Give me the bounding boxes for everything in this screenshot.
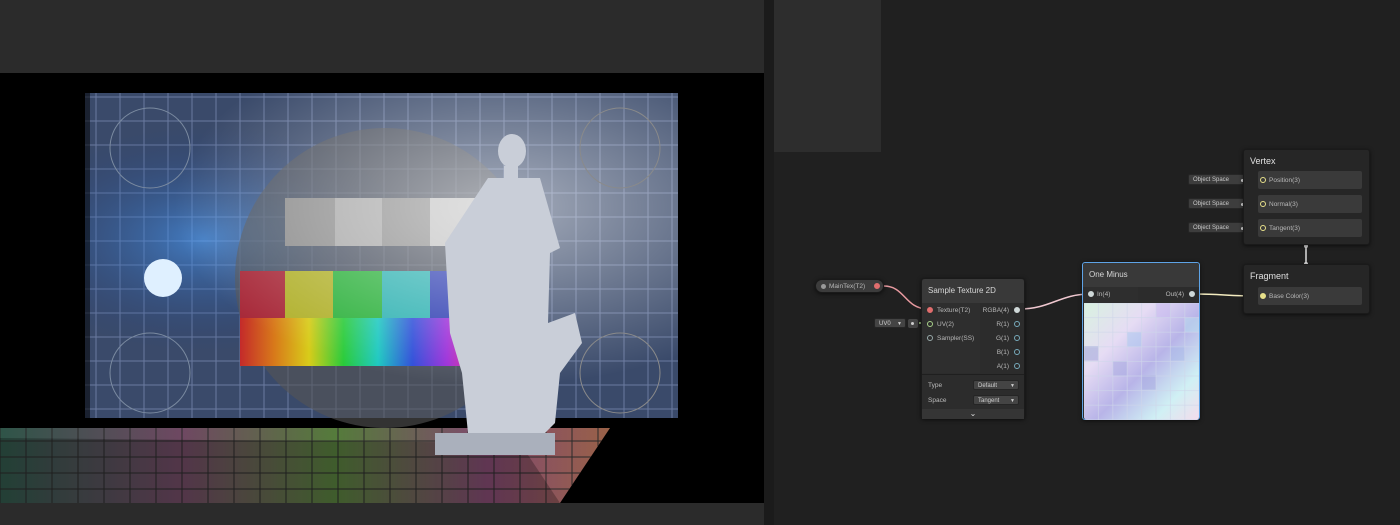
maintex-label: MainTex(T2) bbox=[829, 283, 866, 290]
b-output-label: B(1) bbox=[996, 349, 1009, 356]
fragment-title: Fragment bbox=[1250, 271, 1289, 281]
space-dropdown[interactable]: Tangent ▼ bbox=[973, 395, 1019, 405]
out-output-port[interactable] bbox=[1189, 291, 1195, 297]
maintex-property-node[interactable]: MainTex(T2) bbox=[815, 279, 884, 293]
uv-input-port[interactable] bbox=[927, 321, 933, 327]
tangent-space-field[interactable]: Object Space bbox=[1188, 222, 1248, 233]
out-output-label: Out(4) bbox=[1165, 291, 1184, 298]
texture-input-port[interactable] bbox=[927, 307, 933, 313]
space-label: Space bbox=[928, 397, 947, 404]
type-dropdown[interactable]: Default ▼ bbox=[973, 380, 1019, 390]
a-output-label: A(1) bbox=[996, 363, 1009, 370]
g-output-port[interactable] bbox=[1014, 335, 1020, 341]
one-minus-node[interactable]: One Minus In(4) Out(4) bbox=[1082, 262, 1200, 420]
normal-port[interactable] bbox=[1260, 201, 1266, 207]
g-output-label: G(1) bbox=[996, 335, 1009, 342]
position-space-value: Object Space bbox=[1193, 177, 1230, 183]
in-input-label: In(4) bbox=[1097, 291, 1111, 298]
collapse-toggle[interactable]: ⌄ bbox=[922, 409, 1024, 419]
vertex-context[interactable]: Vertex Position(3) Normal(3) Tangent(3) bbox=[1243, 149, 1370, 245]
base-color-label: Base Color(3) bbox=[1269, 293, 1310, 300]
chevron-down-icon: ⌄ bbox=[969, 409, 977, 418]
rgba-output-port[interactable] bbox=[1014, 307, 1020, 313]
position-port[interactable] bbox=[1260, 177, 1266, 183]
uv-input-label: UV(2) bbox=[937, 321, 954, 328]
scene-viewport[interactable] bbox=[0, 73, 764, 503]
texture-input-label: Texture(T2) bbox=[937, 307, 971, 314]
uv-channel-value: UV0 bbox=[879, 321, 891, 327]
tangent-space-value: Object Space bbox=[1193, 225, 1230, 231]
sampler-input-label: Sampler(SS) bbox=[937, 335, 975, 342]
sampler-input-port[interactable] bbox=[927, 335, 933, 341]
tangent-label: Tangent(3) bbox=[1269, 225, 1301, 232]
blackboard-panel[interactable] bbox=[774, 0, 881, 152]
uv-connector bbox=[908, 319, 918, 328]
r-output-label: R(1) bbox=[996, 321, 1009, 328]
fragment-context[interactable]: Fragment Base Color(3) bbox=[1243, 264, 1370, 314]
node-title: One Minus bbox=[1083, 263, 1199, 287]
type-value: Default bbox=[978, 383, 998, 389]
rgba-output-label: RGBA(4) bbox=[982, 307, 1009, 314]
maintex-output-port[interactable] bbox=[874, 283, 880, 289]
chevron-down-icon: ▼ bbox=[1010, 398, 1015, 404]
uv-channel-dropdown[interactable]: UV0 ▼ bbox=[874, 318, 906, 328]
node-title: Sample Texture 2D bbox=[922, 279, 1024, 303]
chevron-down-icon: ▼ bbox=[897, 321, 902, 327]
property-icon bbox=[821, 284, 826, 289]
position-space-field[interactable]: Object Space bbox=[1188, 174, 1248, 185]
sample-texture-2d-node[interactable]: Sample Texture 2D Texture(T2) UV(2) Samp… bbox=[921, 278, 1025, 419]
tangent-block[interactable]: Tangent(3) bbox=[1258, 219, 1362, 237]
normal-space-value: Object Space bbox=[1193, 201, 1230, 207]
normal-block[interactable]: Normal(3) bbox=[1258, 195, 1362, 213]
space-value: Tangent bbox=[978, 398, 1000, 404]
base-color-port[interactable] bbox=[1260, 293, 1266, 299]
position-block[interactable]: Position(3) bbox=[1258, 171, 1362, 189]
r-output-port[interactable] bbox=[1014, 321, 1020, 327]
a-output-port[interactable] bbox=[1014, 363, 1020, 369]
chevron-down-icon: ▼ bbox=[1010, 383, 1015, 389]
position-label: Position(3) bbox=[1269, 177, 1301, 184]
normal-space-field[interactable]: Object Space bbox=[1188, 198, 1248, 209]
panel-divider[interactable] bbox=[764, 0, 774, 525]
vertex-title: Vertex bbox=[1250, 156, 1276, 166]
type-label: Type bbox=[928, 382, 943, 389]
in-input-port[interactable] bbox=[1088, 291, 1094, 297]
base-color-block[interactable]: Base Color(3) bbox=[1258, 287, 1362, 305]
b-output-port[interactable] bbox=[1014, 349, 1020, 355]
normal-label: Normal(3) bbox=[1269, 201, 1298, 208]
node-preview bbox=[1084, 303, 1199, 420]
tangent-port[interactable] bbox=[1260, 225, 1266, 231]
scene-render bbox=[0, 73, 764, 503]
